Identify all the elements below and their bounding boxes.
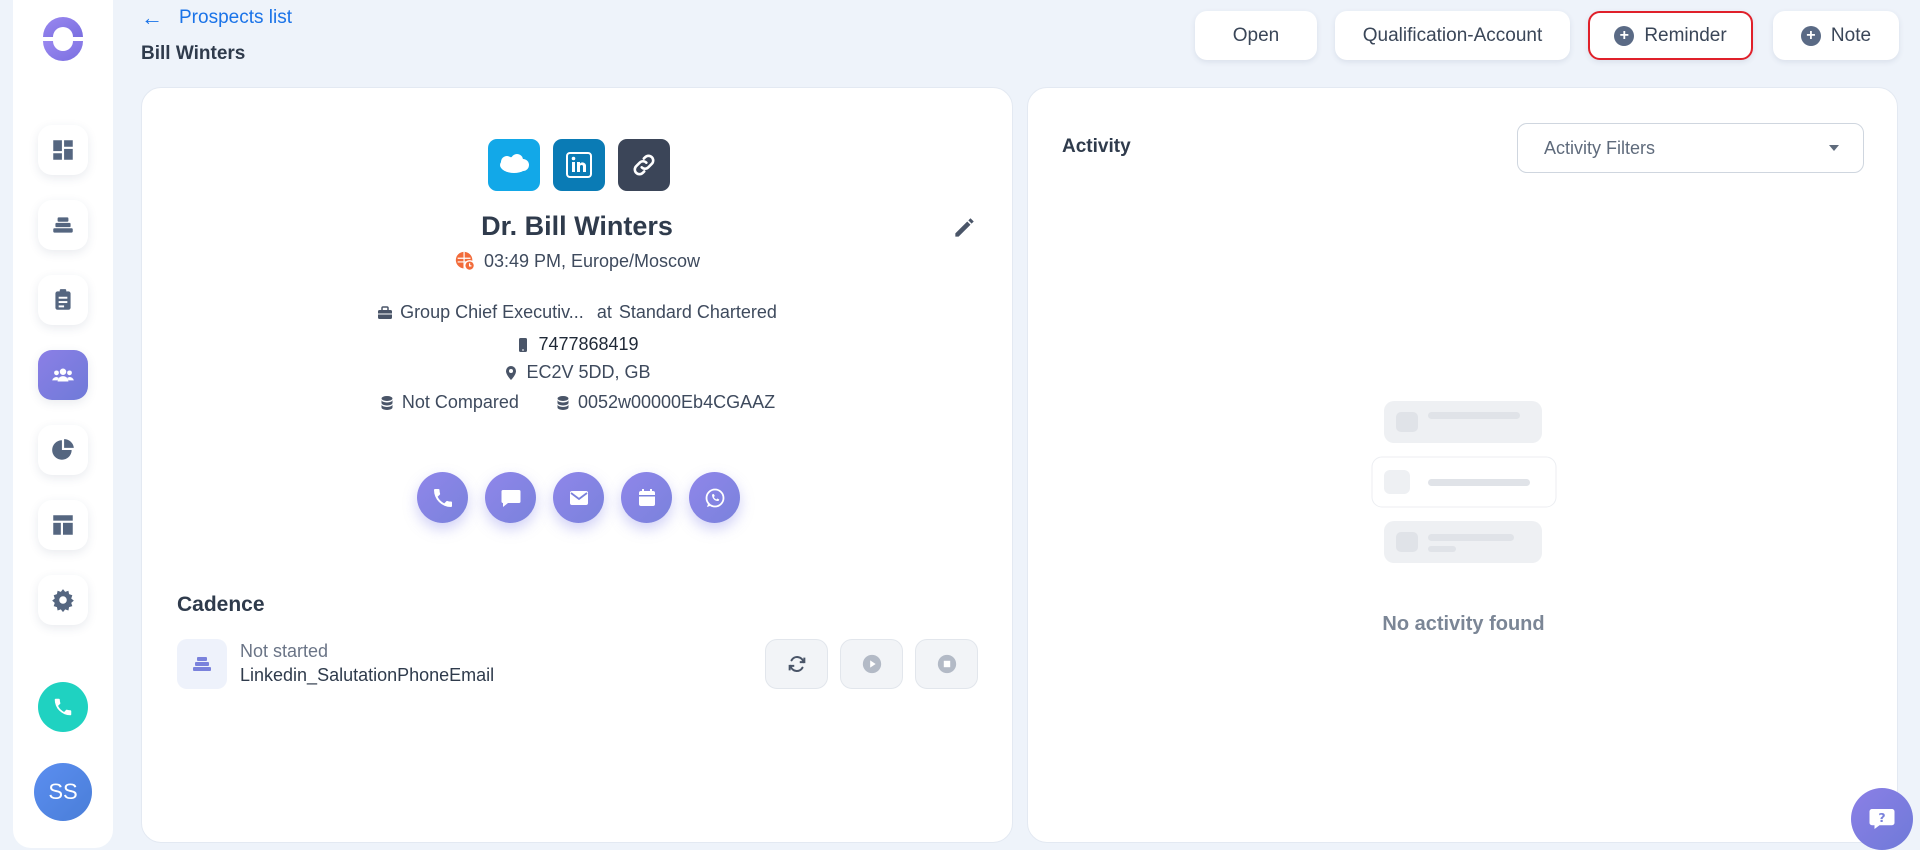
cadence-reassign-button[interactable] — [765, 639, 828, 689]
linkedin-icon — [566, 152, 592, 178]
integration-links — [488, 139, 670, 191]
copy-link-button[interactable] — [618, 139, 670, 191]
salesforce-icon — [500, 154, 529, 173]
edit-pencil-icon[interactable] — [951, 215, 977, 241]
prospect-panel: Dr. Bill Winters 03:49 PM, Europe/Moscow… — [141, 87, 1013, 843]
company-name: Standard Chartered — [618, 302, 777, 322]
cadence-play-button[interactable] — [840, 639, 903, 689]
company-connector: at — [596, 302, 612, 322]
nav-tasks[interactable] — [38, 275, 88, 325]
whatsapp-icon — [705, 488, 724, 507]
whatsapp-button[interactable] — [689, 472, 740, 523]
open-button[interactable]: Open — [1195, 11, 1317, 60]
arrow-left-icon: ← — [141, 5, 163, 30]
crm-row: Not Compared 0052w00000Eb4CGAAZ — [142, 392, 1012, 413]
job-row: Group Chief Executiv... at Standard Char… — [142, 302, 1012, 323]
prospects-icon — [52, 368, 74, 382]
note-button[interactable]: + Note — [1773, 11, 1899, 60]
briefcase-icon — [378, 305, 393, 319]
email-button[interactable] — [553, 472, 604, 523]
stop-icon — [937, 654, 956, 674]
plus-circle-icon: + — [1800, 25, 1821, 46]
nav-cadences[interactable] — [38, 200, 88, 250]
open-button-label: Open — [1232, 24, 1280, 46]
phone-row: 7477868419 — [142, 334, 1012, 355]
activity-panel: Activity Activity Filters No activity fo… — [1027, 87, 1898, 843]
back-link[interactable]: ← Prospects list — [141, 5, 292, 31]
empty-activity-text: No activity found — [1382, 613, 1545, 635]
phone-number[interactable]: 7477868419 — [538, 334, 638, 355]
cadence-icon — [53, 217, 73, 233]
local-time-row: 03:49 PM, Europe/Moscow — [142, 250, 1012, 272]
globe-clock-icon — [455, 251, 476, 272]
meeting-button[interactable] — [621, 472, 672, 523]
cadence-icon — [193, 657, 211, 671]
settings-icon — [52, 589, 74, 613]
note-button-label: Note — [1830, 24, 1872, 46]
activity-filters-select[interactable]: Activity Filters — [1517, 123, 1864, 173]
nav-reports[interactable] — [38, 425, 88, 475]
refresh-icon — [788, 656, 805, 672]
nav-settings[interactable] — [38, 575, 88, 625]
cadence-status: Not started — [240, 641, 329, 661]
caret-down-icon — [1829, 145, 1839, 151]
envelope-icon — [569, 490, 588, 505]
compare-status: Not Compared — [401, 392, 519, 412]
crm-id: 0052w00000Eb4CGAAZ — [577, 392, 776, 412]
activity-title: Activity — [1062, 136, 1131, 157]
nav-templates[interactable] — [38, 500, 88, 550]
phone-icon — [433, 488, 452, 507]
map-pin-icon — [506, 365, 517, 380]
database-icon — [381, 395, 393, 410]
tasks-icon — [55, 289, 71, 310]
svg-text:?: ? — [1878, 810, 1885, 825]
cadence-badge — [177, 639, 227, 689]
app-logo[interactable] — [39, 13, 87, 61]
contact-actions — [417, 472, 740, 523]
location-text: EC2V 5DD, GB — [526, 362, 651, 382]
calendar-icon — [638, 488, 655, 506]
location-row: EC2V 5DD, GB — [142, 362, 1012, 383]
user-avatar[interactable]: SS — [34, 763, 92, 821]
database-icon — [557, 395, 569, 410]
nav-prospects[interactable] — [38, 350, 88, 400]
dashboard-icon — [53, 140, 73, 160]
job-title: Group Chief Executiv... — [400, 302, 584, 322]
chat-bubble-icon — [501, 489, 520, 507]
qualification-button-label: Qualification-Account — [1362, 24, 1543, 46]
help-chat-button[interactable]: ? — [1851, 788, 1913, 850]
cadence-name[interactable]: Linkedin_SalutationPhoneEmail — [240, 665, 494, 686]
cadence-stop-button[interactable] — [915, 639, 978, 689]
link-icon — [633, 154, 655, 176]
templates-icon — [53, 515, 73, 535]
linkedin-button[interactable] — [553, 139, 605, 191]
sidebar: SS — [13, 0, 113, 848]
back-link-label: Prospects list — [179, 7, 292, 28]
cadence-title: Cadence — [177, 593, 265, 616]
empty-state-illustration — [1371, 401, 1557, 563]
play-icon — [862, 654, 881, 674]
reminder-button-label: Reminder — [1644, 24, 1727, 46]
phone-icon — [54, 698, 72, 716]
call-button[interactable] — [417, 472, 468, 523]
local-time-text: 03:49 PM, Europe/Moscow — [483, 250, 701, 271]
sms-button[interactable] — [485, 472, 536, 523]
softphone-button[interactable] — [38, 682, 88, 732]
plus-circle-icon: + — [1614, 25, 1635, 46]
mobile-phone-icon — [519, 337, 528, 352]
page-title: Bill Winters — [141, 43, 246, 64]
help-chat-icon: ? — [1869, 809, 1895, 829]
activity-filters-label: Activity Filters — [1544, 137, 1656, 158]
reports-icon — [52, 439, 74, 460]
salesforce-button[interactable] — [488, 139, 540, 191]
prospect-name: Dr. Bill Winters — [481, 211, 673, 241]
qualification-button[interactable]: Qualification-Account — [1335, 11, 1570, 60]
nav-dashboard[interactable] — [38, 125, 88, 175]
reminder-button[interactable]: + Reminder — [1588, 11, 1753, 60]
